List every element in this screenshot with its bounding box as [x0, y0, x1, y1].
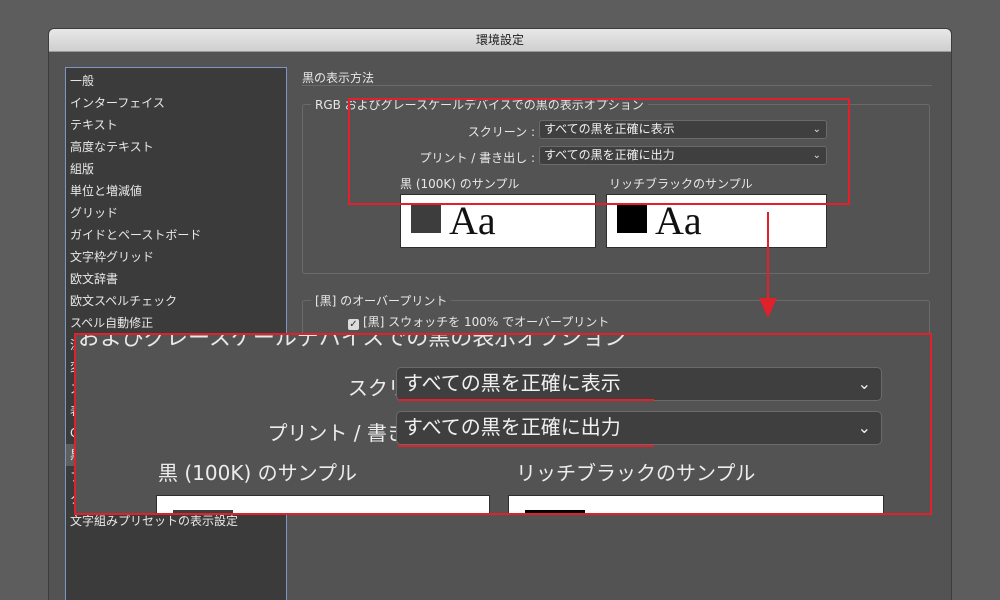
sidebar-item[interactable]: ガイドとペーストボード	[66, 224, 286, 246]
zoom-print-select[interactable]: すべての黒を正確に出力 ⌄	[396, 411, 882, 445]
sidebar-item[interactable]: テキスト	[66, 114, 286, 136]
chevron-down-icon: ⌄	[857, 374, 871, 393]
sidebar-item[interactable]: グリッド	[66, 202, 286, 224]
sidebar-item[interactable]: 文字枠グリッド	[66, 246, 286, 268]
arrow-down-icon	[759, 298, 777, 318]
zoom-sample-100k-label: 黒 (100K) のサンプル	[158, 461, 358, 485]
zoom-screen-select-value: すべての黒を正確に表示	[403, 371, 621, 395]
zoom-screen-underline	[398, 399, 654, 401]
zoom-print-underline	[398, 445, 654, 447]
overprint-checkbox-row[interactable]: ✓ [黒] スウォッチを 100% でオーバープリント	[348, 313, 609, 330]
overprint-group-legend: [黒] のオーバープリント	[311, 292, 452, 309]
zoom-sample-rich-swatch	[525, 510, 585, 513]
section-title: 黒の表示方法	[302, 71, 375, 85]
annotation-highlight-box	[348, 98, 850, 205]
zoomed-callout: およびグレースケールデバイスでの黒の表示オプション スクリーン : すべての黒を…	[74, 333, 932, 515]
sidebar-item[interactable]: 高度なテキスト	[66, 136, 286, 158]
zoom-sample-100k-swatch	[173, 510, 233, 513]
chevron-down-icon: ⌄	[857, 418, 871, 437]
sidebar-item[interactable]: スペル自動修正	[66, 312, 286, 334]
sidebar-item[interactable]: インターフェイス	[66, 92, 286, 114]
zoom-sample-rich-label: リッチブラックのサンプル	[516, 461, 756, 485]
section-divider	[302, 85, 932, 86]
sample-100k-swatch	[411, 203, 441, 233]
zoom-screen-select[interactable]: すべての黒を正確に表示 ⌄	[396, 367, 882, 401]
window-title: 環境設定	[49, 29, 951, 52]
sidebar-item[interactable]: 一般	[66, 70, 286, 92]
zoom-print-select-value: すべての黒を正確に出力	[403, 415, 621, 439]
zoom-sample-rich-box	[508, 495, 884, 513]
annotation-arrow-line	[767, 212, 769, 300]
sidebar-item[interactable]: 欧文辞書	[66, 268, 286, 290]
zoom-legend: およびグレースケールデバイスでの黒の表示オプション	[78, 333, 627, 351]
checkmark-icon[interactable]: ✓	[348, 319, 359, 330]
zoom-sample-100k-box	[156, 495, 490, 513]
sidebar-item[interactable]: 組版	[66, 158, 286, 180]
sidebar-item[interactable]: 単位と増減値	[66, 180, 286, 202]
overprint-checkbox-label: [黒] スウォッチを 100% でオーバープリント	[363, 315, 610, 329]
sidebar-item[interactable]: 欧文スペルチェック	[66, 290, 286, 312]
sample-rich-swatch	[617, 203, 647, 233]
